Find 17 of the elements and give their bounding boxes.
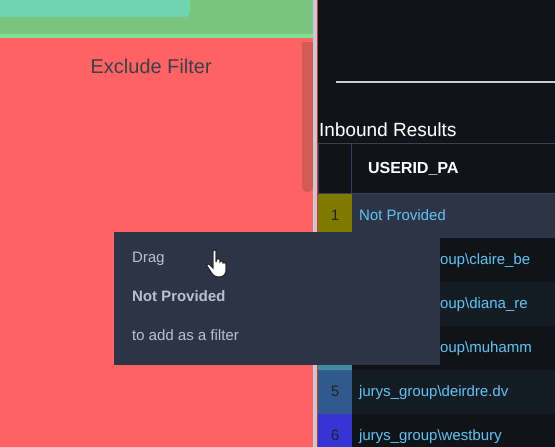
table-cell[interactable]: oup\diana_re bbox=[440, 292, 528, 316]
scrollbar-thumb[interactable] bbox=[302, 42, 313, 192]
results-title: Inbound Results bbox=[318, 119, 458, 143]
drop-zone-label: Exclude Filter bbox=[90, 55, 212, 80]
row-number: 1 bbox=[330, 206, 340, 226]
table-cell[interactable]: oup\muhamm bbox=[440, 336, 532, 360]
row-number: 5 bbox=[330, 382, 340, 402]
row-number: 6 bbox=[330, 426, 340, 446]
tooltip-text: to add as a filter bbox=[132, 326, 239, 346]
column-header[interactable]: USERID_PA bbox=[352, 144, 458, 193]
table-cell[interactable]: oup\claire_be bbox=[440, 248, 530, 272]
tooltip-text: Drag bbox=[132, 248, 165, 268]
table-cell[interactable]: jurys_group\deirdre.dv bbox=[359, 380, 508, 404]
filter-chip[interactable] bbox=[0, 0, 190, 17]
table-cell[interactable]: Not Provided bbox=[359, 204, 446, 228]
table-cell[interactable]: jurys_group\westbury bbox=[359, 424, 502, 447]
tooltip-text: Not Provided bbox=[132, 287, 226, 307]
